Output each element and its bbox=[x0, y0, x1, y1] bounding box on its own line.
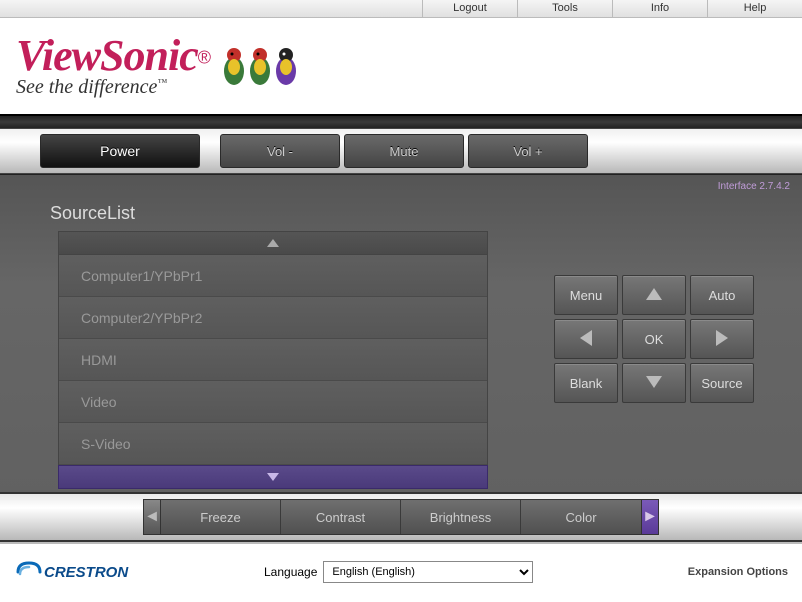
tab-contrast[interactable]: Contrast bbox=[281, 500, 401, 534]
blank-button[interactable]: Blank bbox=[554, 363, 618, 403]
tab-freeze[interactable]: Freeze bbox=[161, 500, 281, 534]
chevron-down-icon bbox=[267, 468, 279, 486]
source-item[interactable]: HDMI bbox=[59, 339, 487, 381]
arrow-left-icon bbox=[580, 330, 592, 349]
mute-button[interactable]: Mute bbox=[344, 134, 464, 168]
chevron-left-icon: ◄ bbox=[144, 508, 160, 526]
source-item[interactable]: Video bbox=[59, 381, 487, 423]
arrow-up-icon bbox=[646, 288, 662, 303]
tab-brightness[interactable]: Brightness bbox=[401, 500, 521, 534]
sourcelist-scroll-up[interactable] bbox=[58, 231, 488, 255]
arrow-right-button[interactable] bbox=[690, 319, 754, 359]
crestron-swirl-icon bbox=[16, 561, 42, 583]
source-item[interactable]: Computer2/YPbPr2 bbox=[59, 297, 487, 339]
divider-band bbox=[0, 116, 802, 128]
top-nav: Logout Tools Info Help bbox=[0, 0, 802, 18]
volume-up-button[interactable]: Vol + bbox=[468, 134, 588, 168]
crestron-logo: CRESTRON bbox=[16, 561, 128, 583]
arrow-right-icon bbox=[716, 330, 728, 349]
sourcelist-items: Computer1/YPbPr1 Computer2/YPbPr2 HDMI V… bbox=[58, 255, 488, 465]
chevron-right-icon: ► bbox=[642, 508, 658, 526]
language-select[interactable]: English (English) bbox=[323, 561, 533, 583]
language-label: Language bbox=[264, 565, 317, 579]
logo-area: ViewSonic® See the difference™ bbox=[0, 18, 802, 116]
sourcelist-title: SourceList bbox=[50, 203, 135, 224]
brand-text: ViewSonic bbox=[16, 31, 198, 80]
tagline-text: See the difference bbox=[16, 76, 157, 98]
viewsonic-logo: ViewSonic® See the difference™ bbox=[16, 34, 211, 99]
logout-link[interactable]: Logout bbox=[422, 0, 517, 17]
trademark-icon: ™ bbox=[157, 77, 167, 88]
registered-icon: ® bbox=[198, 47, 211, 67]
chevron-up-icon bbox=[267, 234, 279, 252]
tabs-scroll-right[interactable]: ► bbox=[641, 499, 659, 535]
tabs: Freeze Contrast Brightness Color bbox=[161, 499, 641, 535]
arrow-down-icon bbox=[646, 376, 662, 391]
keypad: Menu Auto OK Blank Source bbox=[554, 275, 754, 403]
birds-icon bbox=[221, 45, 299, 87]
volume-down-button[interactable]: Vol - bbox=[220, 134, 340, 168]
main-panel: Interface 2.7.4.2 SourceList Computer1/Y… bbox=[0, 174, 802, 542]
source-item[interactable]: Computer1/YPbPr1 bbox=[59, 255, 487, 297]
language-control: Language English (English) bbox=[264, 561, 533, 583]
help-link[interactable]: Help bbox=[707, 0, 802, 17]
footer: CRESTRON Language English (English) Expa… bbox=[0, 542, 802, 600]
source-item[interactable]: S-Video bbox=[59, 423, 487, 465]
crestron-text: CRESTRON bbox=[44, 564, 128, 581]
interface-version: Interface 2.7.4.2 bbox=[718, 181, 790, 192]
tabs-scroll-left: ◄ bbox=[143, 499, 161, 535]
tools-link[interactable]: Tools bbox=[517, 0, 612, 17]
tab-color[interactable]: Color bbox=[521, 500, 641, 534]
source-list: Computer1/YPbPr1 Computer2/YPbPr2 HDMI V… bbox=[58, 231, 488, 489]
menu-button[interactable]: Menu bbox=[554, 275, 618, 315]
info-link[interactable]: Info bbox=[612, 0, 707, 17]
auto-button[interactable]: Auto bbox=[690, 275, 754, 315]
sourcelist-scroll-down[interactable] bbox=[58, 465, 488, 489]
source-button[interactable]: Source bbox=[690, 363, 754, 403]
ok-button[interactable]: OK bbox=[622, 319, 686, 359]
expansion-options-link[interactable]: Expansion Options bbox=[688, 566, 788, 578]
tab-bar: ◄ Freeze Contrast Brightness Color ► bbox=[0, 492, 802, 542]
control-bar: Power Vol - Mute Vol + bbox=[0, 128, 802, 174]
arrow-up-button[interactable] bbox=[622, 275, 686, 315]
arrow-left-button[interactable] bbox=[554, 319, 618, 359]
arrow-down-button[interactable] bbox=[622, 363, 686, 403]
power-button[interactable]: Power bbox=[40, 134, 200, 168]
